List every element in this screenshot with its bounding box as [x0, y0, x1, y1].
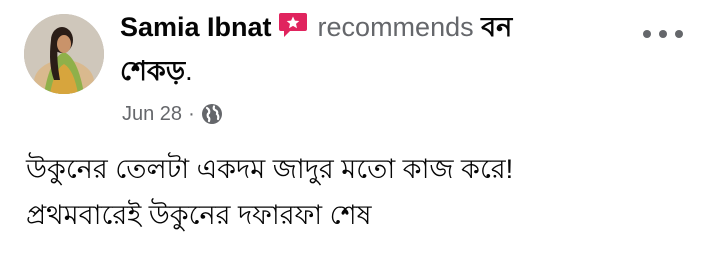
page-name-continued: শেকড়.: [120, 54, 193, 88]
recommend-star-icon: [278, 12, 308, 38]
post-meta: Jun 28 ·: [122, 101, 223, 127]
post-body-line-2: প্রথমবারেই উকুনের দফারফা শেষ: [26, 200, 372, 230]
globe-icon[interactable]: [201, 103, 223, 125]
post-date[interactable]: Jun 28: [122, 101, 182, 127]
page-name[interactable]: বন: [481, 12, 512, 42]
avatar-image: [24, 14, 104, 94]
author-name[interactable]: Samia Ibnat: [120, 12, 272, 42]
recommendation-post: Samia Ibnat recommends বন শেকড়. Jun 28 …: [0, 0, 703, 262]
post-body-line-1: উকুনের তেলটা একদম জাদুর মতো কাজ করে!: [26, 154, 514, 184]
sentence-period: .: [185, 56, 193, 86]
post-body: উকুনের তেলটা একদম জাদুর মতো কাজ করে! প্র…: [26, 146, 686, 238]
page-name-part2[interactable]: শেকড়: [120, 56, 185, 86]
recommends-verb: recommends: [317, 12, 474, 42]
more-options-icon[interactable]: [641, 26, 685, 42]
author-avatar[interactable]: [24, 14, 104, 94]
meta-separator: ·: [188, 103, 195, 125]
post-header: Samia Ibnat recommends বন: [120, 10, 512, 44]
